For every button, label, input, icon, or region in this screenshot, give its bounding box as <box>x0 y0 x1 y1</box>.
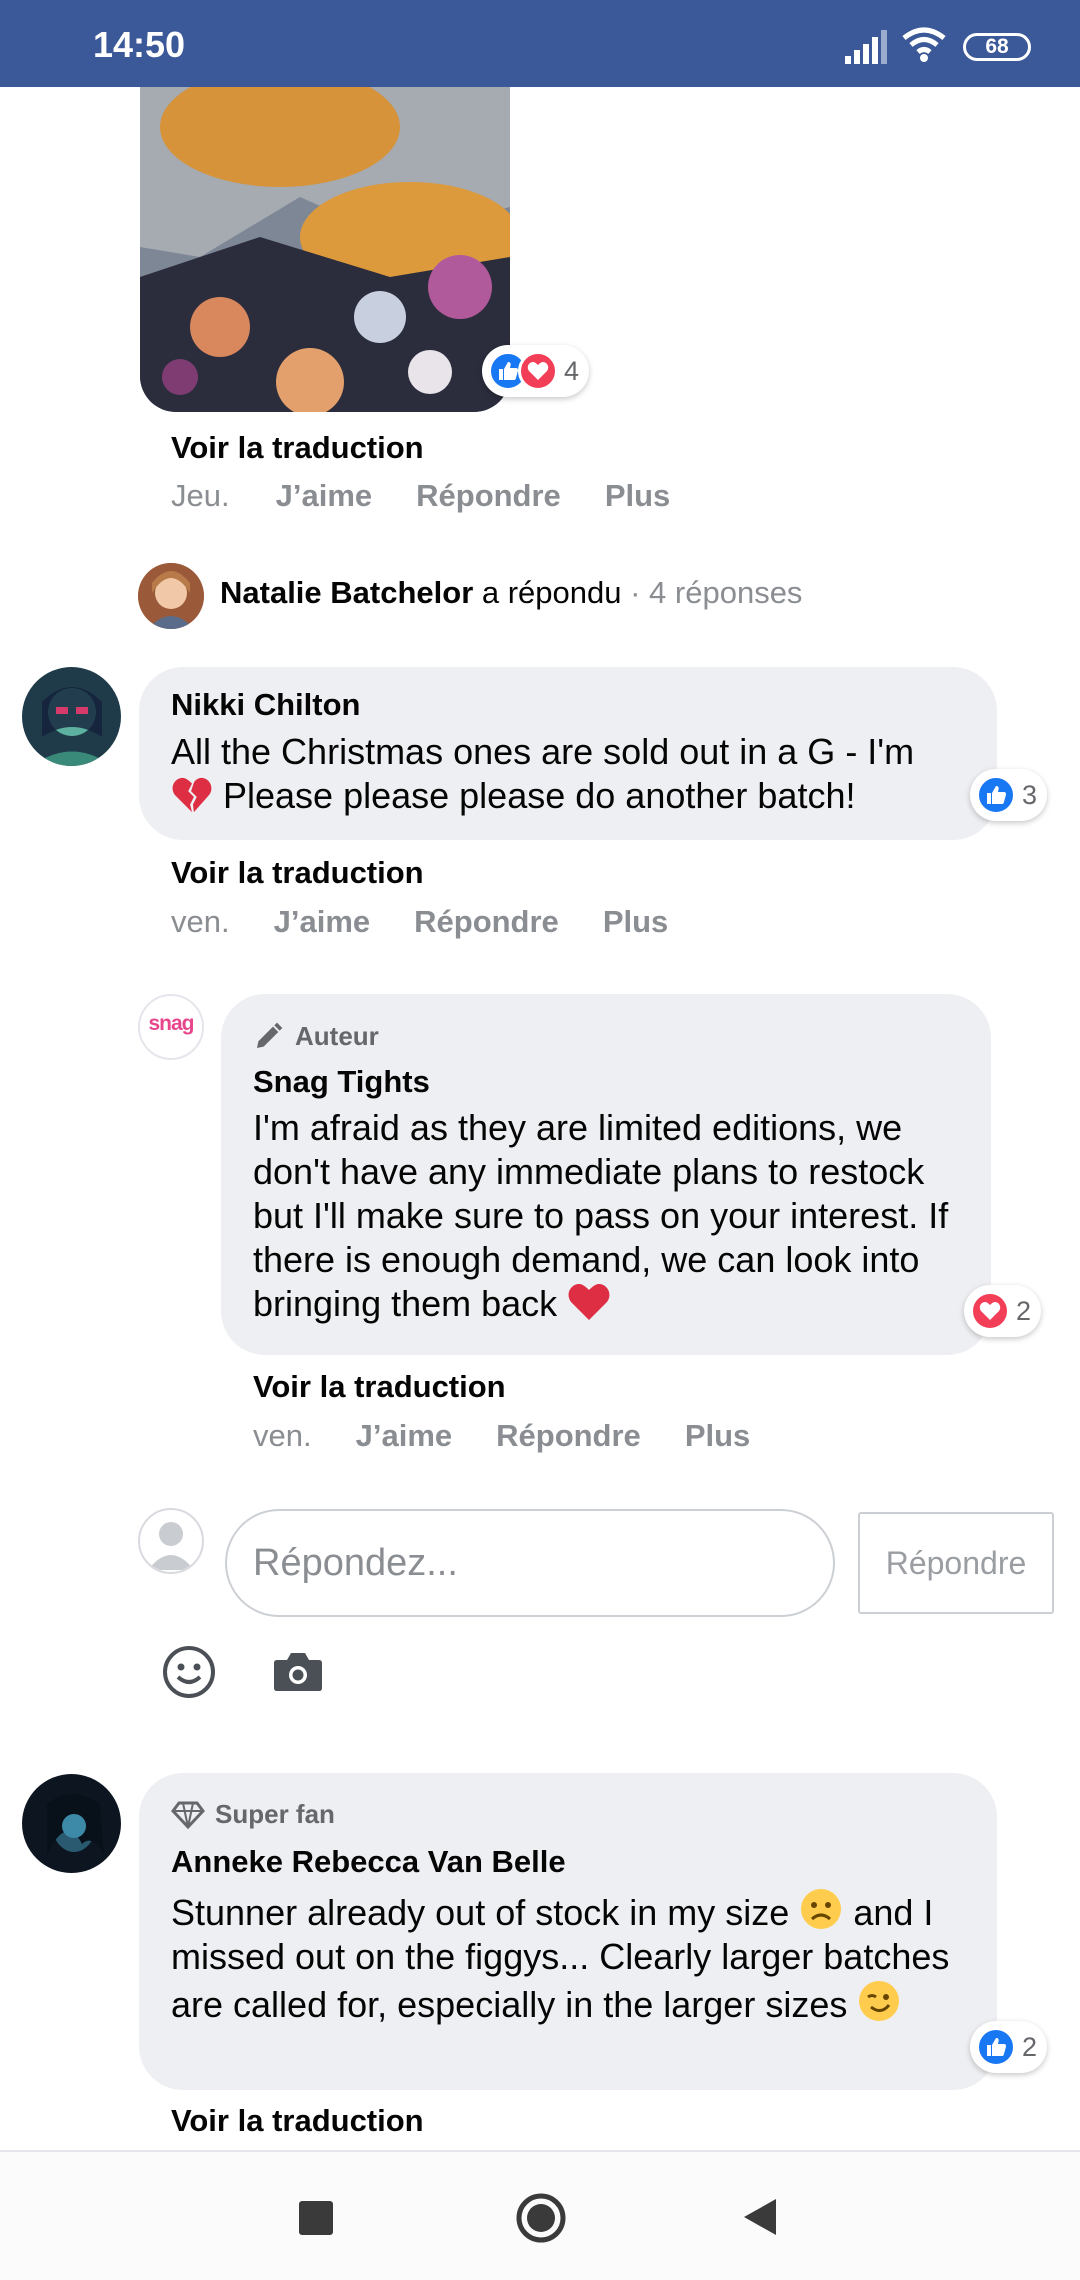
more-button[interactable]: Plus <box>685 1418 750 1454</box>
like-button[interactable]: J’aime <box>274 904 371 940</box>
sad-face-icon <box>801 1889 842 1929</box>
heart-icon <box>568 1284 610 1320</box>
recent-apps-icon[interactable] <box>298 2200 334 2236</box>
comment-author[interactable]: Anneke Rebecca Van Belle <box>171 1844 566 1880</box>
reply-submit-button[interactable]: Répondre <box>858 1512 1054 1614</box>
like-reaction-icon <box>976 2027 1016 2067</box>
camera-icon[interactable] <box>273 1650 323 1692</box>
battery-indicator: 68 <box>963 33 1031 61</box>
comment-text-line: Please please please do another batch! <box>171 774 991 818</box>
see-translation-link[interactable]: Voir la traduction <box>171 855 424 891</box>
see-translation-link[interactable]: Voir la traduction <box>171 430 424 466</box>
comment-author[interactable]: Nikki Chilton <box>171 687 360 723</box>
reply-button[interactable]: Répondre <box>414 904 559 940</box>
see-translation-link[interactable]: Voir la traduction <box>171 2103 424 2139</box>
reply-summary-name: Natalie Batchelor <box>220 575 474 610</box>
comment-bubble[interactable]: Nikki Chilton All the Christmas ones are… <box>139 667 997 840</box>
reply-summary-action: a répondu <box>473 575 622 610</box>
system-nav-bar <box>0 2150 1080 2280</box>
super-fan-badge: Super fan <box>171 1799 335 1830</box>
more-button[interactable]: Plus <box>605 478 670 514</box>
comment-reaction-summary[interactable]: 2 <box>970 2021 1048 2073</box>
photo-image <box>140 87 510 412</box>
comment-author[interactable]: Snag Tights <box>253 1064 430 1100</box>
status-time: 14:50 <box>93 24 186 65</box>
like-reaction-icon <box>976 775 1016 815</box>
current-user-avatar <box>138 1508 204 1574</box>
comment-text-part: Stunner already out of stock in my size <box>171 1892 790 1933</box>
reply-summary-count: · 4 réponses <box>621 575 803 610</box>
photo-reaction-summary[interactable]: 4 <box>482 345 590 397</box>
avatar[interactable] <box>22 1774 121 1873</box>
comment-reaction-summary[interactable]: 2 <box>964 1285 1042 1337</box>
home-icon[interactable] <box>515 2192 567 2244</box>
comment-actions: ven. J’aime Répondre Plus <box>171 904 668 940</box>
reply-input[interactable]: Répondez... <box>225 1509 835 1617</box>
see-translation-link[interactable]: Voir la traduction <box>253 1369 506 1405</box>
comment-date[interactable]: ven. <box>253 1418 312 1454</box>
reaction-count: 4 <box>564 355 580 386</box>
comment-actions: Jeu. J’aime Répondre Plus <box>171 478 670 514</box>
wifi-icon <box>902 27 946 62</box>
diamond-icon <box>171 1801 205 1829</box>
reply-button[interactable]: Répondre <box>416 478 561 514</box>
comment-date[interactable]: ven. <box>171 904 230 940</box>
super-fan-label: Super fan <box>215 1799 335 1829</box>
reply-summary[interactable]: Natalie Batchelor a répondu · 4 réponses <box>220 575 802 611</box>
comment-date[interactable]: Jeu. <box>171 478 230 514</box>
back-icon[interactable] <box>742 2197 778 2237</box>
comment-text-rest: Please please please do another batch! <box>213 775 856 816</box>
comment-reaction-summary[interactable]: 3 <box>970 769 1048 821</box>
emoji-icon[interactable] <box>162 1645 216 1699</box>
avatar[interactable] <box>138 563 204 629</box>
reaction-count: 2 <box>1022 2031 1038 2062</box>
author-badge-label: Auteur <box>295 1020 379 1051</box>
comment-text: I'm afraid as they are limited editions,… <box>253 1106 953 1326</box>
comment-bubble[interactable]: Super fan Anneke Rebecca Van Belle Stunn… <box>139 1773 997 2090</box>
comment-text-line: All the Christmas ones are sold out in a… <box>171 731 915 772</box>
broken-heart-icon <box>172 777 212 813</box>
signal-icon <box>845 30 887 64</box>
like-button[interactable]: J’aime <box>356 1418 453 1454</box>
more-button[interactable]: Plus <box>603 904 668 940</box>
reaction-count: 2 <box>1016 1295 1032 1326</box>
avatar[interactable] <box>22 667 121 766</box>
reply-button[interactable]: Répondre <box>496 1418 641 1454</box>
comment-photo[interactable] <box>140 87 510 412</box>
avatar[interactable]: snag <box>138 994 204 1060</box>
comment-text: Stunner already out of stock in my size … <box>171 1887 961 2027</box>
pencil-icon <box>257 1022 283 1048</box>
page-logo: snag <box>148 1012 194 1035</box>
wink-face-icon <box>859 1981 900 2021</box>
love-reaction-icon <box>518 351 558 391</box>
comment-text: All the Christmas ones are sold out in a… <box>171 730 991 818</box>
comment-actions: ven. J’aime Répondre Plus <box>253 1418 750 1454</box>
comment-bubble[interactable]: Auteur Snag Tights I'm afraid as they ar… <box>221 994 991 1355</box>
like-button[interactable]: J’aime <box>276 478 373 514</box>
author-badge: Auteur <box>253 1020 379 1052</box>
reaction-count: 3 <box>1022 779 1038 810</box>
status-bar: 14:50 68 <box>0 0 1080 87</box>
love-reaction-icon <box>970 1291 1010 1331</box>
